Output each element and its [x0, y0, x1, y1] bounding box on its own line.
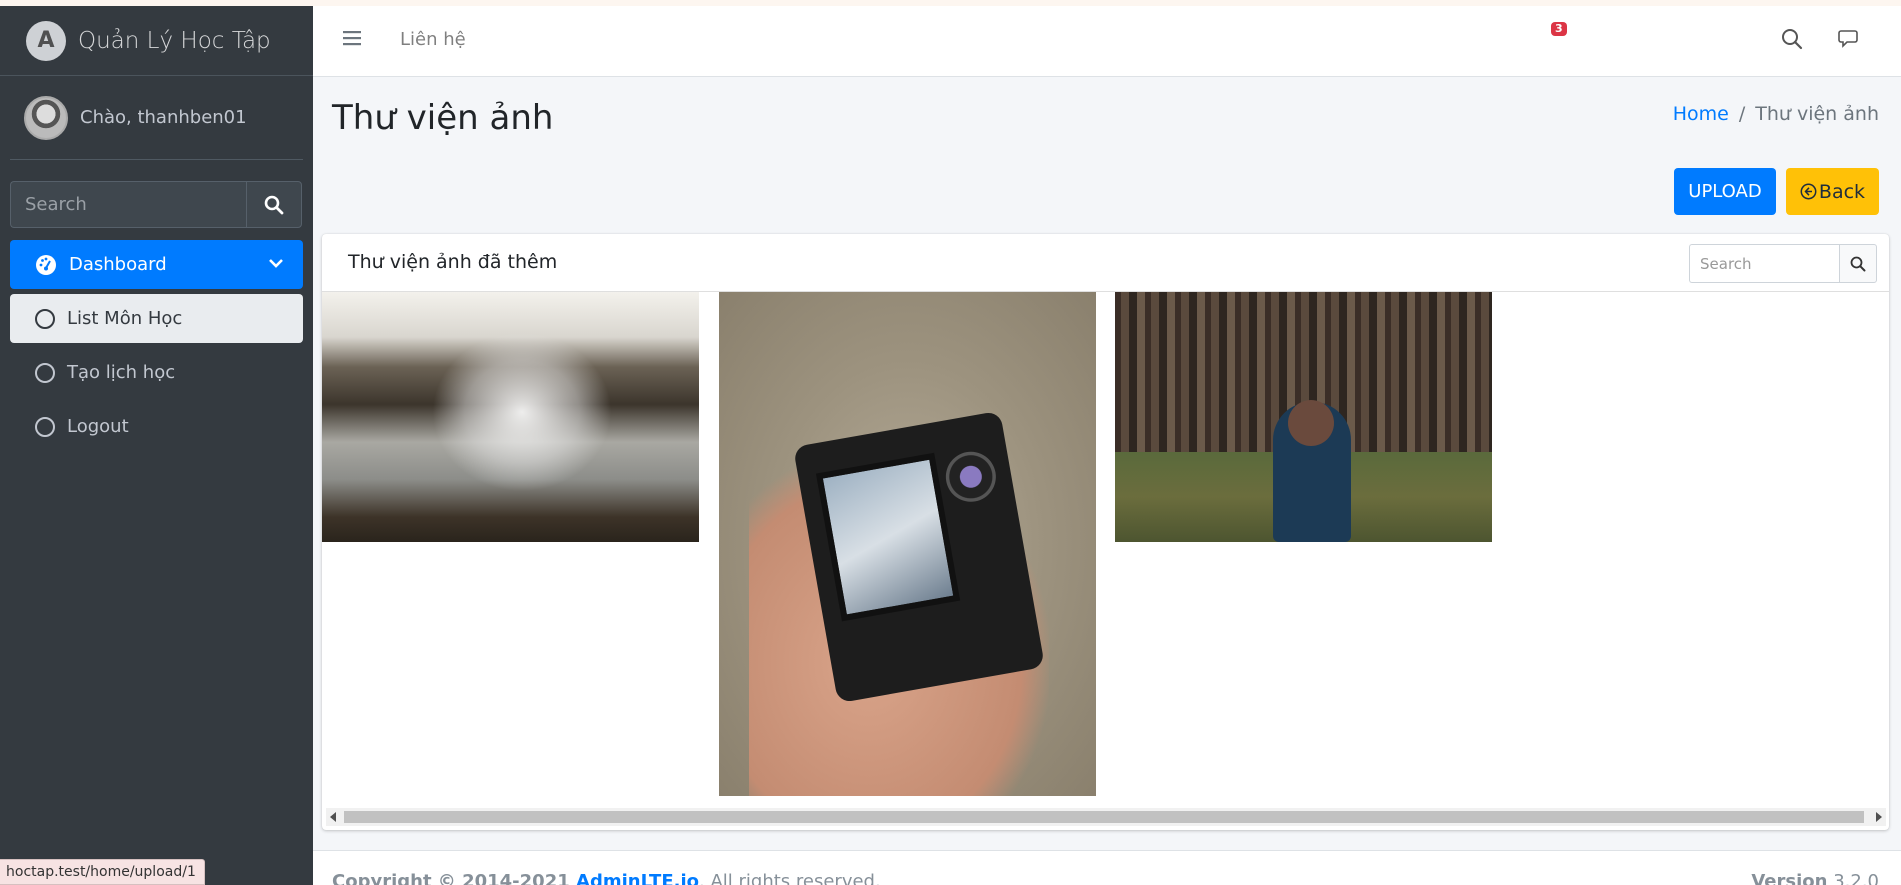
footer: Copyright © 2014-2021 AdminLTE.io. All r… [313, 850, 1901, 885]
sidebar-search-input[interactable] [10, 181, 246, 228]
sidebar-search [10, 181, 302, 228]
footer-copyright: Copyright © 2014-2021 AdminLTE.io. All r… [332, 871, 881, 885]
brand-link[interactable]: A Quản Lý Học Tập [0, 6, 313, 76]
menu-toggle-button[interactable] [343, 30, 361, 50]
breadcrumb-separator: / [1738, 103, 1746, 125]
messages-button[interactable] [1838, 28, 1862, 54]
back-button[interactable]: Back [1786, 168, 1879, 215]
navbar-search-button[interactable] [1781, 28, 1803, 54]
horizontal-scrollbar[interactable] [326, 808, 1886, 826]
hamburger-icon [343, 31, 361, 46]
camera-screen [815, 452, 961, 622]
dashboard-gauge-icon [36, 254, 56, 275]
sidebar-nav: Dashboard List Môn Học Tạo lịch học Logo… [10, 240, 303, 456]
circle-icon [35, 416, 55, 437]
notification-badge: 3 [1551, 22, 1567, 36]
sidebar-item-label: Logout [67, 416, 129, 437]
sidebar-item-label: List Môn Học [67, 308, 183, 329]
top-navbar: Liên hệ [313, 6, 1901, 77]
comments-icon [1838, 30, 1858, 48]
scroll-right-icon[interactable] [1876, 812, 1882, 822]
top-strip [0, 0, 1901, 6]
breadcrumb-current: Thư viện ảnh [1755, 103, 1879, 125]
breadcrumb: Home / Thư viện ảnh [1673, 103, 1879, 125]
footer-version: Version 3.2.0 [1751, 871, 1879, 885]
adminlte-link[interactable]: AdminLTE.io [576, 871, 699, 885]
sidebar-item-dashboard[interactable]: Dashboard [10, 240, 303, 289]
camera-lens [941, 447, 1000, 506]
gallery-search-input[interactable] [1689, 244, 1839, 283]
card-header: Thư viện ảnh đã thêm [322, 234, 1889, 292]
search-icon [1782, 29, 1803, 50]
gallery-image-waterfall[interactable] [322, 292, 699, 542]
card-search [1689, 244, 1877, 283]
person-head [1288, 400, 1334, 446]
brand-logo-icon: A [26, 20, 66, 61]
scrollbar-thumb[interactable] [344, 811, 1864, 823]
user-greeting: Chào, thanhben01 [80, 107, 247, 128]
brand-title: Quản Lý Học Tập [78, 27, 271, 54]
copyright-text: Copyright © 2014-2021 [332, 871, 577, 885]
sidebar-item-logout[interactable]: Logout [10, 402, 303, 451]
status-bar-url: hoctap.test/home/upload/1 [0, 859, 205, 885]
version-number: 3.2.0 [1833, 871, 1879, 885]
gallery-card: Thư viện ảnh đã thêm [322, 234, 1889, 830]
user-panel[interactable]: Chào, thanhben01 [10, 76, 303, 160]
version-label: Version [1751, 871, 1828, 885]
sidebar-item-list-mon-hoc[interactable]: List Môn Học [10, 294, 303, 343]
gallery-image-camera[interactable] [719, 292, 1096, 796]
breadcrumb-home-link[interactable]: Home [1673, 103, 1729, 125]
scroll-left-icon[interactable] [330, 812, 336, 822]
circle-icon [35, 362, 55, 383]
sidebar: A Quản Lý Học Tập Chào, thanhben01 Dashb… [0, 6, 313, 885]
page-title: Thư viện ảnh [332, 98, 554, 138]
upload-button[interactable]: UPLOAD [1674, 168, 1776, 215]
gallery-image-forest[interactable] [1115, 292, 1492, 542]
sidebar-item-tao-lich-hoc[interactable]: Tạo lịch học [10, 348, 303, 397]
search-icon [264, 195, 284, 214]
avatar [24, 95, 68, 140]
sidebar-search-button[interactable] [246, 181, 302, 228]
circle-arrow-left-icon [1800, 183, 1817, 200]
card-title: Thư viện ảnh đã thêm [348, 251, 558, 273]
chevron-down-icon [269, 259, 283, 268]
contact-link[interactable]: Liên hệ [400, 29, 466, 50]
sidebar-item-label: Dashboard [69, 254, 167, 275]
circle-icon [35, 308, 55, 329]
camera-shape [793, 410, 1045, 704]
sidebar-item-label: Tạo lịch học [67, 362, 176, 383]
back-button-label: Back [1818, 180, 1866, 203]
search-icon [1850, 256, 1866, 271]
rights-text: . All rights reserved. [699, 871, 881, 885]
gallery-search-button[interactable] [1839, 244, 1877, 283]
